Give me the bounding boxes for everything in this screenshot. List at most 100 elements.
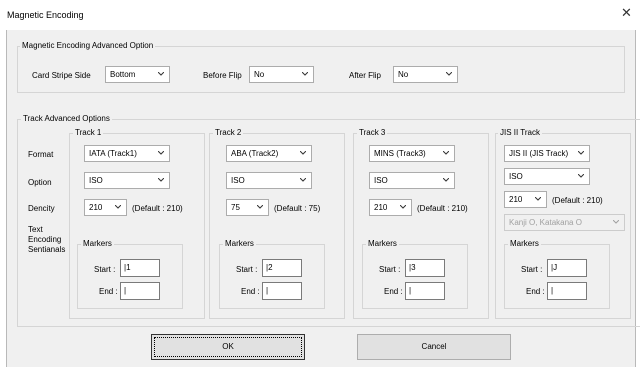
track2-option-select[interactable]: ISO [226,172,312,189]
track1-start-value: |1 [124,263,131,272]
jis-charset-value: Kanji O, Katakana O [509,218,582,227]
jis-end-value: | [551,286,554,295]
window-title: Magnetic Encoding [7,10,84,20]
track2-option-value: ISO [231,176,245,185]
title-bar [0,0,640,30]
before-flip-value: No [254,70,265,79]
jis-start-label: Start : [521,265,543,274]
chevron-down-icon [578,151,584,155]
track1-density-default: (Default : 210) [132,204,183,213]
after-flip-select[interactable]: No [393,66,458,83]
track2-end-value: | [266,286,269,295]
after-flip-value: No [398,70,409,79]
jis-density-value: 210 [509,195,523,204]
track2-format-value: ABA (Track2) [231,149,279,158]
chevron-down-icon [446,72,452,76]
track3-end-label: End : [384,287,403,296]
track3-density-default: (Default : 210) [417,204,468,213]
jis-option-value: ISO [509,172,523,181]
after-flip-label: After Flip [349,71,382,80]
chevron-down-icon [535,197,541,201]
track2-format-select[interactable]: ABA (Track2) [226,145,312,162]
jis-start-input[interactable]: |J [547,259,587,277]
before-flip-select[interactable]: No [249,66,314,83]
track3-density-value: 210 [374,203,388,212]
chevron-down-icon [158,151,164,155]
track1-option-select[interactable]: ISO [84,172,170,189]
track3-end-value: | [409,286,412,295]
track1-start-input[interactable]: |1 [120,259,160,277]
track2-density-value: 75 [231,203,240,212]
track1-start-label: Start : [94,265,116,274]
track3-density-select[interactable]: 210 [369,199,412,216]
jis-markers-label: Markers [508,239,541,248]
track2-start-input[interactable]: |2 [262,259,302,277]
track-options-legend: Track Advanced Options [21,114,112,123]
track1-density-value: 210 [89,203,103,212]
track2-density-default: (Default : 75) [274,204,321,213]
track3-start-label: Start : [379,265,401,274]
track2-title: Track 2 [213,128,244,137]
chevron-down-icon [443,151,449,155]
track1-option-value: ISO [89,176,103,185]
track2-end-label: End : [241,287,260,296]
chevron-down-icon [158,178,164,182]
track3-option-value: ISO [374,176,388,185]
card-stripe-side-select[interactable]: Bottom [105,66,170,83]
jis-density-select[interactable]: 210 [504,191,547,208]
track3-format-value: MINS (Track3) [374,149,426,158]
jis-end-input[interactable]: | [547,282,587,300]
track1-density-select[interactable]: 210 [84,199,127,216]
chevron-down-icon [302,72,308,76]
dencity-label: Dencity [28,204,55,213]
jis-end-label: End : [526,287,545,296]
chevron-down-icon [443,178,449,182]
jis-start-value: |J [551,263,558,272]
before-flip-label: Before Flip [203,71,242,80]
text-encoding-label-line1: Text [28,225,43,234]
chevron-down-icon [400,205,406,209]
track2-markers-label: Markers [223,239,256,248]
focus-rectangle [154,337,302,357]
jis-option-select[interactable]: ISO [504,168,590,185]
cancel-button-label: Cancel [421,342,447,351]
card-stripe-side-label: Card Stripe Side [32,71,91,80]
cancel-button[interactable]: Cancel [357,334,511,360]
jis-track-title: JIS II Track [498,128,543,137]
chevron-down-icon [115,205,121,209]
track2-start-value: |2 [266,263,273,272]
track3-title: Track 3 [357,128,388,137]
close-icon[interactable]: ✕ [621,6,632,21]
jis-format-select[interactable]: JIS II (JIS Track) [504,145,590,162]
track1-markers-label: Markers [81,239,114,248]
option-label: Option [28,178,52,187]
track1-end-label: End : [99,287,118,296]
chevron-down-icon [158,72,164,76]
track3-option-select[interactable]: ISO [369,172,455,189]
text-encoding-label-line3: Sentianals [28,245,66,254]
chevron-down-icon [257,205,263,209]
track2-start-label: Start : [236,265,258,274]
format-label: Format [28,150,54,159]
jis-density-default: (Default : 210) [552,196,603,205]
chevron-down-icon [300,151,306,155]
ok-button[interactable]: OK [151,334,305,360]
track3-end-input[interactable]: | [405,282,445,300]
track1-end-input[interactable]: | [120,282,160,300]
track1-end-value: | [124,286,127,295]
magnetic-option-legend: Magnetic Encoding Advanced Option [20,41,156,50]
track1-format-select[interactable]: IATA (Track1) [84,145,170,162]
jis-format-value: JIS II (JIS Track) [509,149,569,158]
chevron-down-icon [613,220,619,224]
track3-format-select[interactable]: MINS (Track3) [369,145,455,162]
card-stripe-side-value: Bottom [110,70,136,79]
chevron-down-icon [578,174,584,178]
text-encoding-label-line2: Encoding [28,235,62,244]
track3-start-input[interactable]: |3 [405,259,445,277]
track2-density-select[interactable]: 75 [226,199,269,216]
track3-start-value: |3 [409,263,416,272]
track1-title: Track 1 [73,128,104,137]
chevron-down-icon [300,178,306,182]
track2-end-input[interactable]: | [262,282,302,300]
dialog-client-area: Magnetic Encoding Advanced Option Card S… [6,30,640,367]
